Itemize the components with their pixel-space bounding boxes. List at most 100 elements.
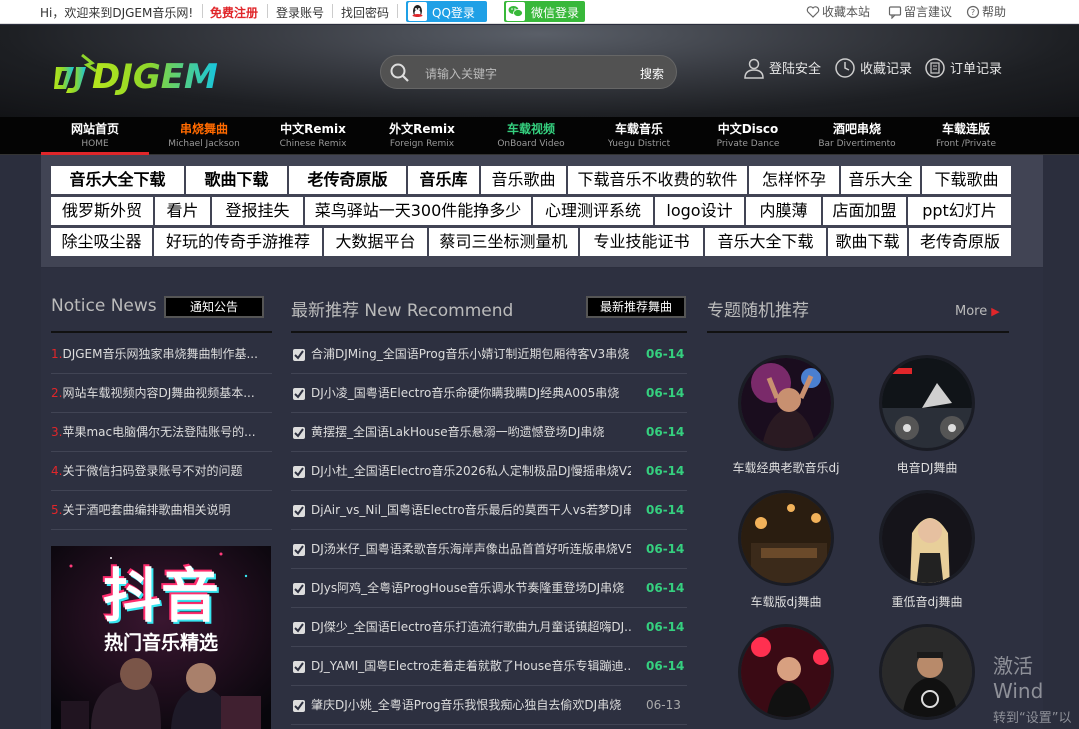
recommend-item[interactable]: 肇庆DJ小姚_全粤语Prog音乐我恨我痴心独自去偷欢DJ串烧 06-13: [291, 686, 687, 725]
tag-link[interactable]: 俄罗斯外贸: [51, 197, 153, 225]
more-link[interactable]: More ▶: [955, 304, 1000, 319]
notice-item[interactable]: 1.DJGEM音乐网独家串烧舞曲制作基...: [51, 335, 272, 374]
tag-link[interactable]: 怎样怀孕: [749, 166, 839, 194]
tag-link[interactable]: 老传奇原版: [289, 166, 406, 194]
track-date: 06-14: [646, 425, 685, 439]
tag-link[interactable]: logo设计: [655, 197, 744, 225]
user-icon: [744, 58, 764, 79]
notice-item[interactable]: 5.关于酒吧套曲编排歌曲相关说明: [51, 491, 272, 530]
recommend-item[interactable]: DJ傑少_全国语Electro音乐打造流行歌曲九月童话镇超嗨DJ... 06-1…: [291, 608, 687, 647]
tag-link[interactable]: 心理测评系统: [533, 197, 653, 225]
svg-text:?: ?: [971, 8, 975, 17]
notice-item[interactable]: 4.关于微信扫码登录账号不对的问题: [51, 452, 272, 491]
nav-item-car-music[interactable]: 车载音乐 Yuegu District: [585, 120, 693, 149]
tag-link[interactable]: 音乐大全: [841, 166, 920, 194]
nav-item-medley[interactable]: 串烧舞曲 Michael Jackson: [150, 120, 258, 149]
nav-item-onboard-video[interactable]: 车载视频 OnBoard Video: [477, 120, 585, 149]
topic-label[interactable]: 车载版dj舞曲: [716, 593, 856, 610]
login-security-link[interactable]: 登陆安全: [743, 57, 821, 79]
tag-link[interactable]: 看片: [155, 197, 210, 225]
tag-link[interactable]: 下载歌曲: [922, 166, 1011, 194]
tag-link[interactable]: 音乐库: [408, 166, 479, 194]
notice-item[interactable]: 3.苹果mac电脑偶尔无法登陆账号的...: [51, 413, 272, 452]
nav-item-bar-medley[interactable]: 酒吧串烧 Bar Divertimento: [803, 120, 911, 149]
tag-link[interactable]: 大数据平台: [324, 228, 427, 256]
tag-link[interactable]: 歌曲下载: [828, 228, 907, 256]
tag-link[interactable]: 专业技能证书: [580, 228, 703, 256]
notice-text: 网站车载视频内容DJ舞曲视频基本...: [62, 386, 255, 400]
nav-item-foreign-remix[interactable]: 外文Remix Foreign Remix: [368, 120, 476, 149]
check-icon: [293, 388, 305, 400]
tag-link[interactable]: ppt幻灯片: [908, 197, 1011, 225]
feedback-link[interactable]: 留言建议: [888, 3, 952, 20]
register-link[interactable]: 免费注册: [210, 4, 258, 21]
tag-link[interactable]: 蔡司三坐标测量机: [429, 228, 578, 256]
login-link[interactable]: 登录账号: [276, 4, 324, 21]
topic-thumbnail[interactable]: [738, 490, 834, 586]
topic-thumbnail[interactable]: [879, 355, 975, 451]
nav-label: 酒吧串烧: [832, 122, 881, 136]
recommend-label[interactable]: 最新推荐舞曲: [586, 296, 686, 318]
topic-thumbnail[interactable]: [738, 355, 834, 451]
nav-item-car-series[interactable]: 车载连版 Front /Private: [912, 120, 1020, 149]
nav-sublabel: Bar Divertimento: [818, 139, 896, 149]
topic-label[interactable]: 电音DJ舞曲: [857, 459, 997, 476]
topic-label[interactable]: 车载经典老歌音乐dj: [716, 459, 856, 476]
bookmark-site-link[interactable]: 收藏本站: [806, 3, 870, 20]
favorites-label: 收藏记录: [860, 62, 913, 77]
track-title: DJ小凌_国粤语Electro音乐命硬你瞒我瞒DJ经典A005串烧: [311, 386, 620, 400]
tag-link[interactable]: 歌曲下载: [186, 166, 287, 194]
djgem-logo-icon: DJGEM: [54, 53, 218, 97]
notice-text: 关于微信扫码登录账号不对的问题: [62, 464, 243, 478]
orders-link[interactable]: 订单记录: [924, 57, 1002, 79]
notice-label[interactable]: 通知公告: [164, 296, 264, 318]
recommend-item[interactable]: DJ小凌_国粤语Electro音乐命硬你瞒我瞒DJ经典A005串烧 06-14: [291, 374, 687, 413]
qq-icon: [408, 2, 427, 21]
bookmark-label: 收藏本站: [822, 5, 871, 19]
recommend-item[interactable]: 黄摆摆_全国语LakHouse音乐悬溺一哟遗憾登场DJ串烧 06-14: [291, 413, 687, 452]
notice-number: 3.: [51, 425, 63, 439]
tag-link[interactable]: 除尘吸尘器: [51, 228, 152, 256]
tag-link[interactable]: 内膜薄: [746, 197, 821, 225]
help-link[interactable]: ? 帮助: [966, 3, 1006, 20]
topic-thumbnail[interactable]: [879, 624, 975, 720]
tag-link[interactable]: 音乐大全下载: [51, 166, 184, 194]
wechat-login-button[interactable]: 微信登录: [504, 1, 585, 22]
recommend-item[interactable]: 合浦DJMing_全国语Prog音乐小婧订制近期包厢待客V3串烧 06-14: [291, 335, 687, 374]
topic-thumbnail[interactable]: [879, 490, 975, 586]
recommend-item[interactable]: DJys阿鸡_全粤语ProgHouse音乐调水节奏隆重登场DJ串烧 06-14: [291, 569, 687, 608]
topic-thumbnail[interactable]: [738, 624, 834, 720]
qq-login-button[interactable]: QQ登录: [406, 1, 487, 22]
notice-number: 1.: [51, 347, 63, 361]
track-date: 06-14: [646, 620, 685, 634]
tag-link[interactable]: 音乐歌曲: [481, 166, 566, 194]
nav-item-chinese-remix[interactable]: 中文Remix Chinese Remix: [259, 120, 367, 149]
recommend-item[interactable]: DJ_YAMI_国粤Electro走着走着就散了House音乐专辑蹦迪... 0…: [291, 647, 687, 686]
tag-link[interactable]: 好玩的传奇手游推荐: [154, 228, 322, 256]
nav-item-home[interactable]: 网站首页 HOME: [41, 120, 149, 155]
tag-link[interactable]: 店面加盟: [823, 197, 906, 225]
site-logo[interactable]: DJGEM: [52, 51, 230, 99]
tag-link[interactable]: 下载音乐不收费的软件: [568, 166, 747, 194]
keyword-tag-cloud: 音乐大全下载 歌曲下载 老传奇原版 音乐库 音乐歌曲 下载音乐不收费的软件 怎样…: [41, 155, 1043, 267]
recover-password-link[interactable]: 找回密码: [341, 4, 389, 21]
nav-label: 中文Disco: [717, 122, 779, 136]
recommend-item[interactable]: DjAir_vs_Nil_国粤语Electro音乐最后的莫西干人vs若梦DJ串烧…: [291, 491, 687, 530]
tag-link[interactable]: 老传奇原版: [909, 228, 1011, 256]
notice-number: 2.: [51, 386, 63, 400]
divider: [51, 331, 272, 333]
search-input[interactable]: 请输入关键字: [425, 65, 497, 82]
tag-link[interactable]: 登报挂失: [212, 197, 303, 225]
favorites-link[interactable]: 收藏记录: [834, 57, 912, 79]
tag-link[interactable]: 音乐大全下载: [705, 228, 826, 256]
nav-item-chinese-disco[interactable]: 中文Disco Private Dance: [694, 120, 802, 149]
recommend-item[interactable]: DJ汤米仔_国粤语柔歌音乐海岸声像出品首首好听连版串烧V5 06-14: [291, 530, 687, 569]
notice-text: 关于酒吧套曲编排歌曲相关说明: [62, 503, 231, 517]
search-button[interactable]: 搜索: [640, 65, 664, 82]
notice-item[interactable]: 2.网站车载视频内容DJ舞曲视频基本...: [51, 374, 272, 413]
recommend-item[interactable]: DJ小杜_全国语Electro音乐2026私人定制极品DJ慢摇串烧V2 06-1…: [291, 452, 687, 491]
tag-link[interactable]: 菜鸟驿站一天300件能挣多少: [305, 197, 531, 225]
notice-title: Notice News: [51, 296, 157, 316]
topic-label[interactable]: 重低音dj舞曲: [857, 593, 997, 610]
douyin-promo-banner[interactable]: 抖音 抖音 抖音 热门音乐精选: [51, 546, 271, 729]
